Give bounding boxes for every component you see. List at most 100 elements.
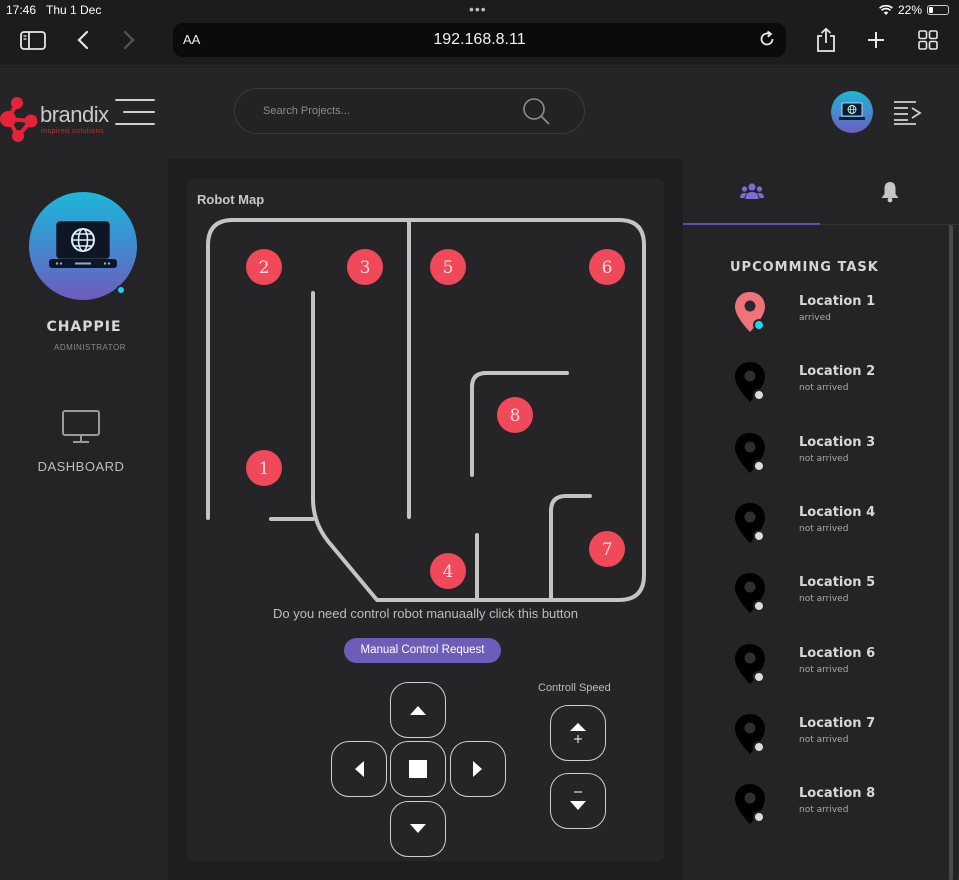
- user-avatar[interactable]: [831, 91, 873, 133]
- browser-toolbar: AA 192.168.8.11: [0, 20, 959, 66]
- arrow-up-icon: [410, 706, 426, 715]
- robot-map-card: Robot Map 12345678 Do you need control r…: [187, 179, 664, 861]
- task-status: not arrived: [799, 805, 849, 816]
- map-marker-label: 5: [443, 258, 454, 278]
- manual-control-prompt: Do you need control robot manuaally clic…: [273, 606, 578, 621]
- speed-up-icon: [570, 723, 586, 743]
- stop-button[interactable]: [390, 741, 446, 797]
- map-marker-label: 8: [510, 406, 521, 426]
- battery-percent: 22%: [897, 3, 922, 17]
- map-markers: 1 2 3 4 5 6 7 8: [246, 249, 625, 589]
- move-left-button[interactable]: [331, 741, 387, 797]
- laptop-globe-icon: [49, 221, 117, 268]
- sidebar-item-label: DASHBOARD: [37, 459, 125, 474]
- map-marker-4[interactable]: 4: [430, 553, 466, 589]
- map-marker-1[interactable]: 1: [246, 450, 282, 486]
- map-marker-label: 3: [360, 258, 371, 278]
- manual-control-request-button[interactable]: Manual Control Request: [344, 638, 501, 663]
- arrow-down-icon: [410, 824, 426, 833]
- task-status: not arrived: [799, 594, 849, 605]
- location-pin-icon: [735, 713, 765, 754]
- new-tab-icon[interactable]: [866, 30, 886, 50]
- tab-team[interactable]: [683, 159, 820, 225]
- task-item[interactable]: Location 7 not arrived: [683, 712, 943, 772]
- task-item[interactable]: Location 8 not arrived: [683, 782, 943, 842]
- url-text[interactable]: 192.168.8.11: [173, 31, 786, 49]
- status-time: 17:46: [6, 3, 37, 17]
- reload-icon[interactable]: [758, 30, 776, 48]
- task-item[interactable]: Location 3 not arrived: [683, 431, 943, 491]
- map-marker-label: 6: [602, 258, 613, 278]
- move-backward-button[interactable]: [390, 801, 446, 857]
- users-icon: [739, 183, 764, 199]
- brand-logo[interactable]: brandix inspired solutions: [0, 92, 120, 152]
- profile-avatar[interactable]: [29, 192, 137, 300]
- profile-role: ADMINISTRATOR: [54, 343, 126, 352]
- search-input[interactable]: Search Projects...: [263, 105, 350, 117]
- status-date: Thu 1 Dec: [46, 3, 102, 17]
- scrollbar[interactable]: [949, 225, 953, 880]
- battery-icon: [927, 5, 949, 15]
- robot-map[interactable]: 1 2 3 4 5 6 7 8: [187, 179, 664, 604]
- hamburger-menu-icon[interactable]: [113, 99, 155, 125]
- speed-control-label: Controll Speed: [538, 682, 611, 694]
- map-marker-7[interactable]: 7: [589, 531, 625, 567]
- brand-name: brandix: [40, 102, 109, 127]
- map-marker-3[interactable]: 3: [347, 249, 383, 285]
- map-marker-8[interactable]: 8: [497, 397, 533, 433]
- brand-tagline: inspired solutions: [41, 128, 105, 135]
- speed-down-icon: [570, 791, 586, 810]
- task-status: not arrived: [799, 383, 849, 394]
- map-marker-label: 7: [602, 540, 613, 560]
- task-location-name: Location 7: [799, 715, 876, 731]
- address-bar[interactable]: AA 192.168.8.11: [173, 23, 786, 57]
- move-right-button[interactable]: [450, 741, 506, 797]
- map-wall-room7: [549, 494, 592, 602]
- task-item[interactable]: Location 1 arrived: [683, 290, 943, 350]
- location-pin-icon: [735, 784, 765, 825]
- back-icon[interactable]: [76, 30, 90, 50]
- bell-icon: [881, 181, 898, 202]
- share-icon[interactable]: [815, 27, 837, 53]
- task-item[interactable]: Location 4 not arrived: [683, 501, 943, 561]
- search-box[interactable]: Search Projects...: [234, 88, 585, 134]
- task-item[interactable]: Location 6 not arrived: [683, 642, 943, 702]
- sidebar-item-dashboard[interactable]: DASHBOARD: [20, 409, 142, 481]
- tab-notifications[interactable]: [820, 159, 959, 225]
- location-pin-icon: [735, 573, 765, 614]
- move-forward-button[interactable]: [390, 682, 446, 738]
- location-pin-icon: [735, 502, 765, 543]
- playlist-icon[interactable]: [892, 100, 922, 126]
- left-sidebar: CHAPPIE ADMINISTRATOR DASHBOARD: [0, 159, 168, 880]
- map-marker-label: 4: [443, 562, 454, 582]
- ios-status-bar: 17:46 Thu 1 Dec ••• 22%: [0, 0, 959, 20]
- task-location-name: Location 1: [799, 294, 876, 309]
- speed-down-button[interactable]: [550, 773, 606, 829]
- search-icon[interactable]: [522, 97, 552, 127]
- monitor-icon: [62, 410, 100, 443]
- task-item[interactable]: Location 2 not arrived: [683, 360, 943, 420]
- task-location-name: Location 8: [799, 786, 876, 802]
- task-status: arrived: [799, 313, 831, 323]
- location-pin-icon: [735, 643, 765, 684]
- task-location-name: Location 3: [799, 434, 876, 450]
- map-marker-2[interactable]: 2: [246, 249, 282, 285]
- multitasking-dots-icon[interactable]: •••: [469, 1, 487, 17]
- task-location-name: Location 6: [799, 645, 876, 661]
- tab-overview-icon[interactable]: [918, 30, 938, 50]
- task-location-name: Location 4: [799, 504, 876, 520]
- map-marker-6[interactable]: 6: [589, 249, 625, 285]
- online-status-dot: [116, 285, 126, 295]
- wifi-icon: [879, 4, 893, 15]
- speed-up-button[interactable]: [550, 705, 606, 761]
- sidebar-toggle-icon[interactable]: [20, 31, 46, 50]
- task-status: not arrived: [799, 734, 849, 745]
- location-pin-icon: [735, 432, 765, 473]
- profile-name: CHAPPIE: [46, 319, 122, 335]
- forward-icon[interactable]: [122, 30, 136, 50]
- stop-icon: [409, 760, 427, 778]
- arrow-right-icon: [473, 761, 482, 777]
- task-item[interactable]: Location 5 not arrived: [683, 571, 943, 631]
- map-marker-5[interactable]: 5: [430, 249, 466, 285]
- laptop-globe-icon: [839, 102, 865, 120]
